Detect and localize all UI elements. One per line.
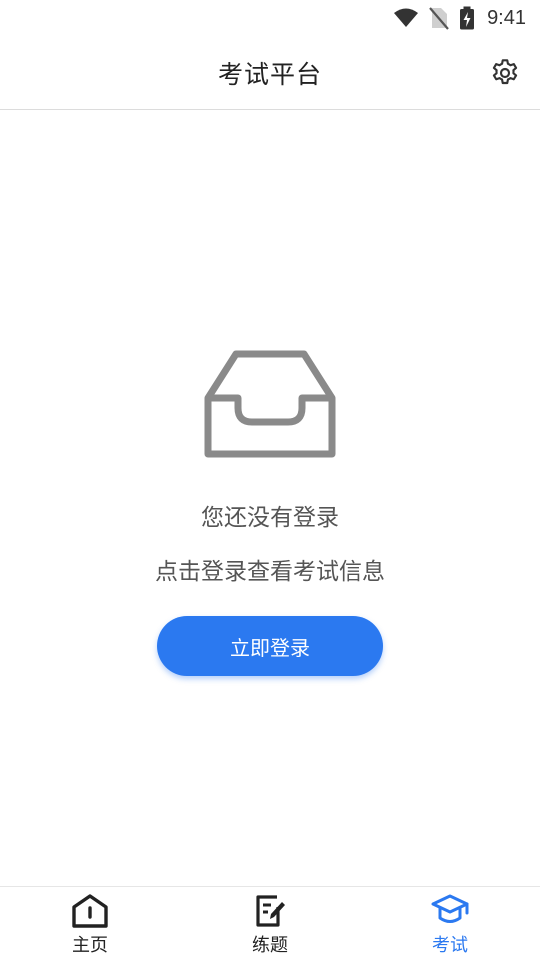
status-bar: 9:41	[0, 0, 540, 36]
screen: 9:41 考试平台 您还没有登录 点击登录查看考试信息 立即登录 主页 练题 考…	[0, 0, 540, 960]
edit-note-icon	[256, 895, 285, 927]
gear-icon	[492, 58, 518, 84]
login-hint: 点击登录查看考试信息	[155, 559, 385, 585]
settings-button[interactable]	[488, 56, 522, 90]
nav-label-home: 主页	[72, 935, 108, 956]
nav-item-exam[interactable]: 考试	[360, 887, 540, 960]
home-icon	[72, 894, 108, 928]
wifi-icon	[393, 7, 419, 29]
not-logged-in-message: 您还没有登录	[201, 505, 339, 531]
status-time: 9:41	[487, 6, 526, 29]
graduation-cap-icon	[431, 894, 469, 923]
empty-state: 您还没有登录 点击登录查看考试信息 立即登录	[0, 350, 540, 676]
login-button[interactable]: 立即登录	[157, 616, 383, 676]
page-title: 考试平台	[217, 59, 322, 89]
inbox-icon	[204, 350, 336, 458]
app-header: 考试平台	[0, 36, 540, 110]
nav-item-practice[interactable]: 练题	[180, 887, 360, 960]
nav-label-practice: 练题	[252, 935, 288, 956]
nav-label-exam: 考试	[432, 935, 468, 956]
nav-item-home[interactable]: 主页	[0, 887, 180, 960]
bottom-nav: 主页 练题 考试	[0, 886, 540, 960]
battery-charging-icon	[459, 6, 475, 30]
no-sim-icon	[429, 6, 449, 30]
